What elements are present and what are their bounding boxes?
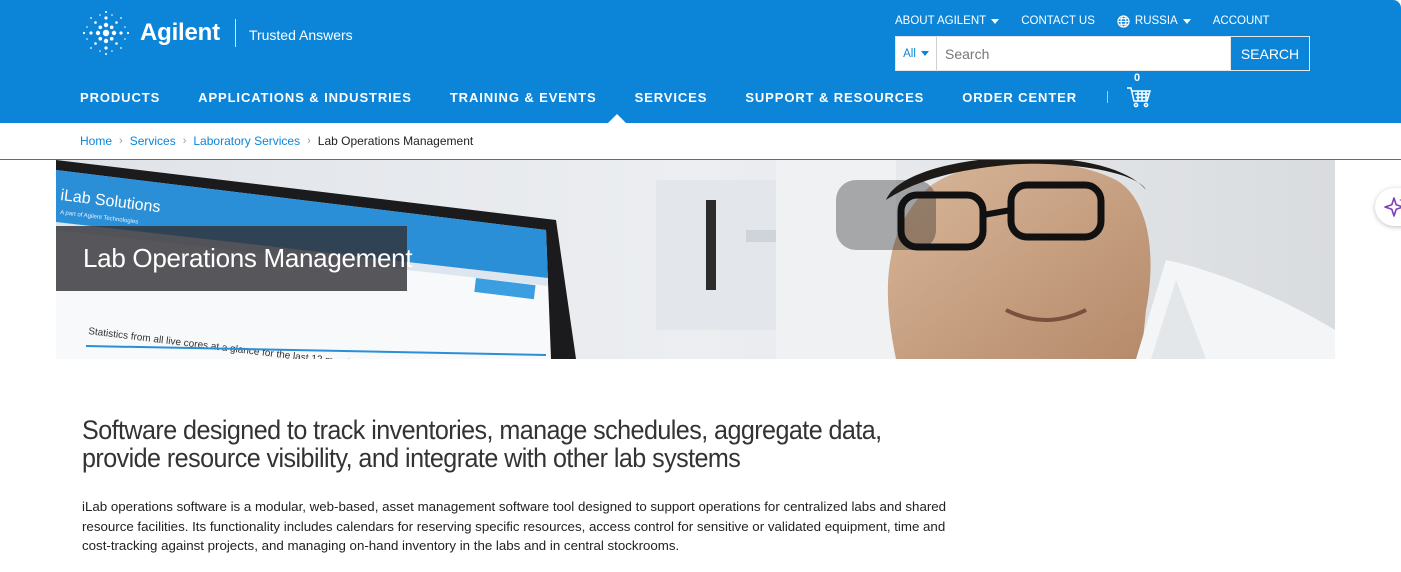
brand-name: Agilent — [140, 19, 220, 46]
contact-us-link[interactable]: CONTACT US — [1021, 15, 1095, 27]
globe-icon — [1117, 14, 1130, 28]
utility-nav: ABOUT AGILENT CONTACT US RUSSIA ACCOUNT — [895, 13, 1292, 29]
nav-training-events[interactable]: TRAINING & EVENTS — [450, 90, 597, 105]
chevron-right-icon: › — [307, 135, 311, 147]
intro-heading: Software designed to track inventories, … — [82, 415, 882, 473]
shopping-cart-icon — [1127, 87, 1152, 108]
chevron-right-icon: › — [182, 135, 187, 147]
breadcrumb-home[interactable]: Home — [80, 134, 112, 148]
breadcrumb-services[interactable]: Services — [130, 134, 176, 148]
nav-divider — [1107, 91, 1109, 103]
search-input[interactable] — [937, 37, 1230, 70]
active-nav-indicator — [608, 114, 626, 123]
nav-order-center[interactable]: ORDER CENTER — [962, 90, 1077, 105]
chevron-right-icon: › — [119, 135, 123, 147]
page-title: Lab Operations Management — [83, 243, 413, 273]
contact-us-label: CONTACT US — [1021, 15, 1095, 27]
breadcrumb-laboratory-services[interactable]: Laboratory Services — [193, 134, 300, 148]
main-nav: PRODUCTS APPLICATIONS & INDUSTRIES TRAIN… — [80, 72, 1152, 108]
nav-applications-industries[interactable]: APPLICATIONS & INDUSTRIES — [198, 90, 412, 105]
account-link[interactable]: ACCOUNT — [1213, 15, 1270, 27]
ai-assistant-button[interactable] — [1375, 188, 1401, 226]
brand-tagline: Trusted Answers — [248, 27, 353, 43]
search-scope-select[interactable]: All — [896, 37, 937, 70]
region-label: RUSSIA — [1134, 15, 1178, 27]
chevron-down-icon — [920, 51, 929, 56]
search-bar: All SEARCH — [895, 36, 1310, 71]
account-label: ACCOUNT — [1212, 15, 1270, 27]
hero-banner: iLab Solutions A part of Agilent Technol… — [56, 160, 1335, 359]
sparkle-icon — [1384, 197, 1401, 217]
search-button[interactable]: SEARCH — [1230, 37, 1309, 70]
site-header: Agilent Trusted Answers ABOUT AGILENT CO… — [0, 0, 1401, 123]
hero-title-overlay: Lab Operations Management — [56, 226, 413, 291]
chevron-down-icon — [991, 18, 1000, 24]
breadcrumb: Home › Services › Laboratory Services › … — [80, 134, 473, 148]
intro-paragraph: iLab operations software is a modular, w… — [82, 499, 947, 553]
about-agilent-label: ABOUT AGILENT — [895, 15, 987, 27]
cart-count: 0 — [1134, 72, 1141, 84]
agilent-logo[interactable]: Agilent Trusted Answers — [80, 8, 353, 58]
region-selector[interactable]: RUSSIA — [1117, 14, 1191, 28]
chevron-down-icon — [1182, 18, 1191, 24]
search-scope-label: All — [903, 47, 916, 60]
nav-products[interactable]: PRODUCTS — [80, 90, 160, 105]
nav-support-resources[interactable]: SUPPORT & RESOURCES — [745, 90, 924, 105]
breadcrumb-current: Lab Operations Management — [317, 134, 474, 148]
about-agilent-menu[interactable]: ABOUT AGILENT — [895, 15, 1000, 27]
logo-divider — [234, 19, 236, 47]
cart-button[interactable]: 0 — [1126, 72, 1152, 108]
nav-services[interactable]: SERVICES — [635, 90, 708, 105]
spark-logo-icon — [82, 11, 130, 55]
